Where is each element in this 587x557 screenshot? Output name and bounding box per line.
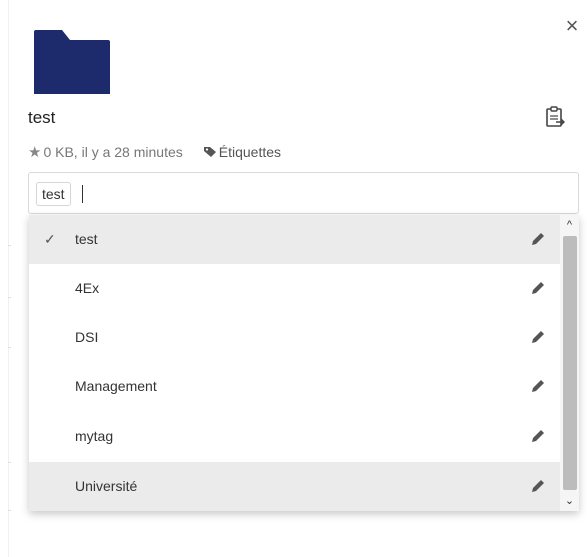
tag-option-label: mytag (75, 428, 114, 444)
tags-link[interactable]: Étiquettes (203, 144, 281, 160)
tag-option[interactable]: mytag (29, 412, 560, 461)
close-button[interactable]: × (560, 14, 584, 38)
tag-chip[interactable]: test (36, 182, 71, 206)
panel-divider (8, 510, 11, 511)
pencil-icon[interactable] (529, 230, 547, 248)
tag-option[interactable]: Management (29, 362, 560, 411)
tag-option-label: Management (75, 378, 157, 394)
tags-label: Étiquettes (218, 144, 282, 160)
tag-dropdown: ✓ test 4Ex DSI Management mytag Universi… (29, 215, 579, 511)
scroll-down-icon[interactable]: ⌄ (560, 491, 579, 511)
folder-shape (34, 30, 110, 94)
scrollbar-thumb[interactable] (563, 236, 577, 490)
file-info: 0 KB, il y a 28 minutes (43, 144, 183, 160)
file-name: test (28, 108, 56, 127)
panel-divider (8, 462, 11, 463)
panel-divider (8, 245, 11, 246)
clipboard-icon[interactable] (545, 106, 565, 128)
tag-option[interactable]: 4Ex (29, 264, 560, 313)
tag-option-label: 4Ex (75, 280, 100, 296)
tag-option[interactable]: Université (29, 462, 560, 511)
pencil-icon[interactable] (529, 427, 547, 445)
pencil-icon[interactable] (529, 477, 547, 495)
side-panel-edge (8, 0, 9, 557)
tag-option-label: DSI (75, 329, 99, 345)
tag-option-label: Université (75, 478, 138, 494)
panel-divider (8, 297, 11, 298)
file-meta: ★ 0 KB, il y a 28 minutes Étiquettes (28, 143, 281, 161)
star-icon[interactable]: ★ (28, 143, 41, 161)
dropdown-scrollbar[interactable]: ^ ⌄ (560, 215, 579, 511)
tag-option[interactable]: DSI (29, 313, 560, 362)
check-icon: ✓ (44, 231, 56, 247)
tag-option[interactable]: ✓ test (29, 215, 560, 264)
pencil-icon[interactable] (529, 279, 547, 297)
panel-divider (8, 347, 11, 348)
folder-icon (34, 30, 110, 94)
text-caret (82, 185, 83, 203)
tag-input[interactable]: test (28, 172, 579, 214)
scroll-up-icon[interactable]: ^ (560, 215, 579, 235)
pencil-icon[interactable] (529, 377, 547, 395)
tag-option-label: test (75, 231, 98, 247)
pencil-icon[interactable] (529, 328, 547, 346)
tag-icon (203, 147, 216, 157)
close-icon: × (565, 13, 579, 38)
